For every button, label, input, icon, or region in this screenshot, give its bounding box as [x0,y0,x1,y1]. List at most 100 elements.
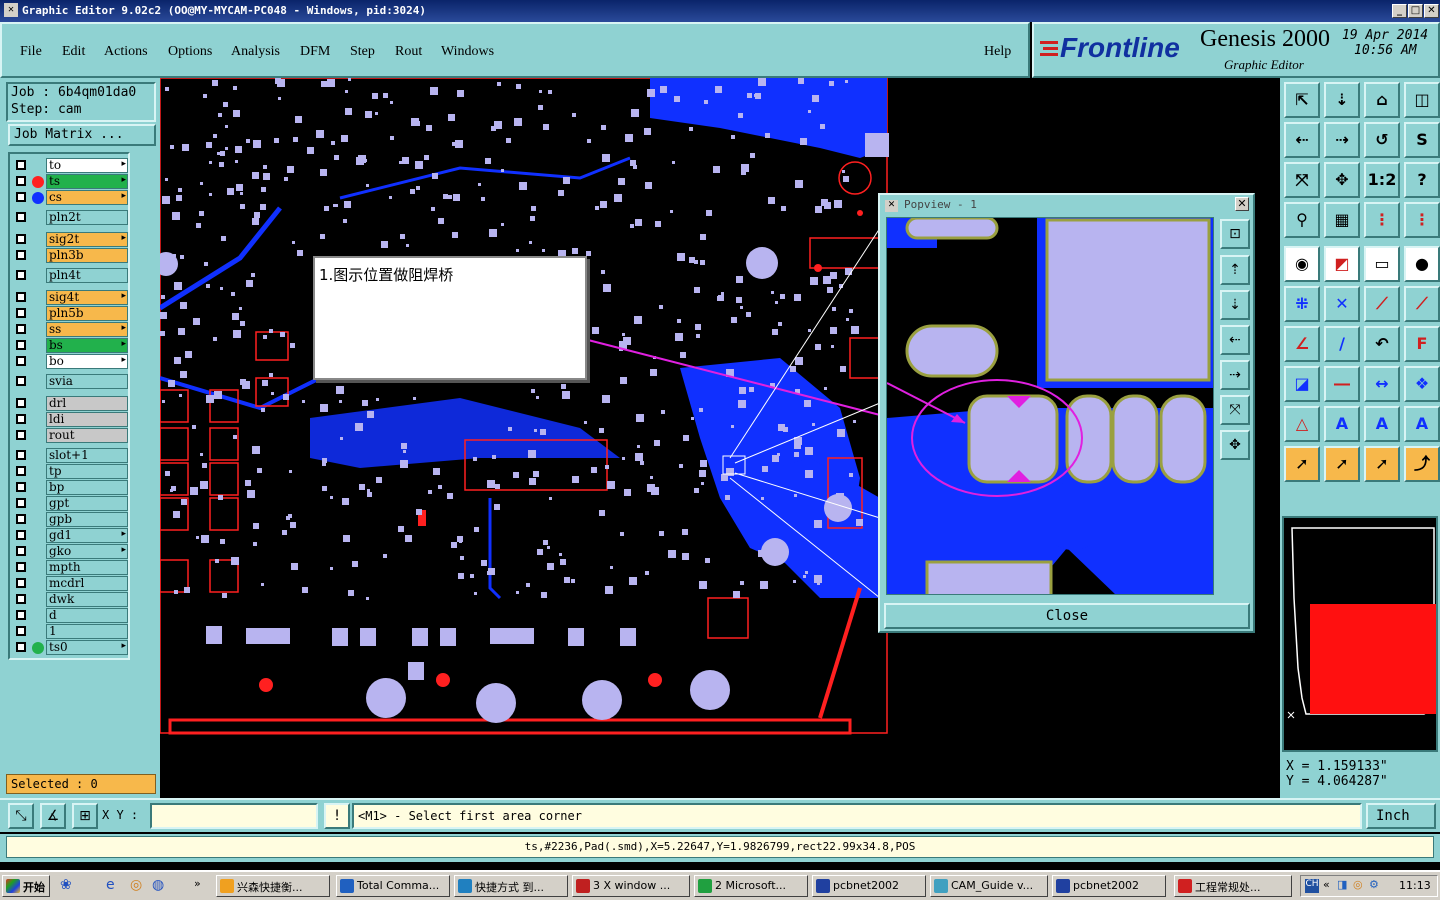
layer-name[interactable]: gpb [46,512,128,527]
zoom-home-icon[interactable]: ⇱ [1284,82,1320,118]
layer-name[interactable]: ts [46,174,128,189]
menu-actions[interactable]: Actions [104,44,148,60]
layer-row[interactable]: gko ▸ [12,544,128,559]
layer-name[interactable]: 1 [46,624,128,639]
pan-down-icon[interactable]: ⇣ [1324,82,1360,118]
copy-pads-icon[interactable]: ❖ [1404,366,1440,402]
popview-pan-right-button[interactable]: ⇢ [1220,360,1250,390]
layer-name[interactable]: bs [46,338,128,353]
layer-name[interactable]: slot+1 [46,448,128,463]
layer-row[interactable]: ss ▸ [12,322,128,337]
layer-checkbox[interactable] [16,234,26,244]
ie-icon[interactable]: e [106,877,124,895]
layer-menu-arrow-icon[interactable]: ▸ [121,339,126,349]
undo-view-icon[interactable]: ↺ [1364,122,1400,158]
menu-windows[interactable]: Windows [441,44,494,60]
grid-snap-icon[interactable]: ⊞ [72,803,98,829]
text-feature-icon[interactable]: F [1404,326,1440,362]
layer-checkbox[interactable] [16,414,26,424]
layer-checkbox[interactable] [16,192,26,202]
layer-name[interactable]: gko [46,544,128,559]
popview-pan-left-button[interactable]: ⇠ [1220,325,1250,355]
angle-snap-icon[interactable]: ∡ [40,803,66,829]
taskbar-task[interactable]: 工程常规处... [1174,875,1292,897]
layer-row[interactable]: bp [12,480,128,495]
layer-row[interactable]: dwk [12,592,128,607]
layer-checkbox[interactable] [16,562,26,572]
layer-row[interactable]: svia [12,374,128,389]
tray-icon-1[interactable]: ◨ [1337,878,1347,891]
slash-icon[interactable]: / [1324,326,1360,362]
diagonal-line-alt-icon[interactable]: ⟋ [1404,286,1440,322]
menu-file[interactable]: File [20,44,42,60]
taskbar-task[interactable]: 快捷方式 到... [454,875,568,897]
layer-name[interactable]: pln3b [46,248,128,263]
pan-right-icon[interactable]: ⇢ [1324,122,1360,158]
layer-checkbox[interactable] [16,514,26,524]
popview-zoom-in-button[interactable]: ⤧ [1220,395,1250,425]
layer-menu-arrow-icon[interactable]: ▸ [121,545,126,555]
layer-row[interactable]: pln3b [12,248,128,263]
layer-name[interactable]: ss [46,322,128,337]
layer-checkbox[interactable] [16,530,26,540]
layer-row[interactable]: gpt [12,496,128,511]
layer-name[interactable]: to [46,158,128,173]
zoom-fit-icon[interactable]: ⤧ [1284,162,1320,198]
layer-row[interactable]: to ▸ [12,158,128,173]
popview-pan-down-button[interactable]: ⇣ [1220,290,1250,320]
layer-name[interactable]: gd1 [46,528,128,543]
tray-icon-2[interactable]: ◎ [1353,878,1363,891]
select-net-icon[interactable]: ⤴ [1404,446,1440,482]
popview-close-button[interactable]: Close [884,603,1250,629]
layer-checkbox[interactable] [16,642,26,652]
taskbar-task[interactable]: 兴森快捷衡... [216,875,330,897]
layer-row[interactable]: gpb [12,512,128,527]
layer-name[interactable]: gpt [46,496,128,511]
zoom-window-icon[interactable]: ⤡ [8,803,34,829]
layer-name[interactable]: pln2t [46,210,128,225]
house-icon[interactable]: ⌂ [1364,82,1400,118]
layer-row[interactable]: slot+1 [12,448,128,463]
diagonal-line-icon[interactable]: ⟋ [1364,286,1400,322]
menu-rout[interactable]: Rout [395,44,422,60]
layer-row[interactable]: sig2t ▸ [12,232,128,247]
move-pad-icon[interactable]: ◪ [1284,366,1320,402]
triangle-icon[interactable]: △ [1284,406,1320,442]
start-button[interactable]: 开始 [2,875,50,897]
measure-icon[interactable]: ⚲ [1284,202,1320,238]
browser-icon[interactable]: ◍ [152,877,170,895]
popview-close-icon[interactable]: ✕ [1235,197,1249,211]
circle-pad-icon[interactable]: ● [1404,246,1440,282]
layer-row[interactable]: bo ▸ [12,354,128,369]
close-window-button[interactable]: ✕ [1424,4,1439,18]
layer-checkbox[interactable] [16,376,26,386]
pan-left-icon[interactable]: ⇠ [1284,122,1320,158]
layer-checkbox[interactable] [16,626,26,636]
pan-all-icon[interactable]: ✥ [1324,162,1360,198]
layer-name[interactable]: cs [46,190,128,205]
layer-checkbox[interactable] [16,482,26,492]
layer-checkbox[interactable] [16,160,26,170]
add-pad-icon[interactable]: ◉ [1284,246,1320,282]
layer-checkbox[interactable] [16,594,26,604]
alert-icon[interactable]: ! [324,803,350,829]
layer-checkbox[interactable] [16,356,26,366]
layer-checkbox[interactable] [16,176,26,186]
layer-name[interactable]: rout [46,428,128,443]
layer-name[interactable]: pln5b [46,306,128,321]
layer-row[interactable]: 1 [12,624,128,639]
layer-name[interactable]: svia [46,374,128,389]
polygon-alt-icon[interactable]: A [1364,406,1400,442]
cross-icon[interactable]: ✕ [1324,286,1360,322]
layer-checkbox[interactable] [16,450,26,460]
split-view-icon[interactable]: ◫ [1404,82,1440,118]
media-icon[interactable]: ◎ [130,877,148,895]
tray-expand-icon[interactable]: « [1323,878,1330,891]
layer-row[interactable]: drl [12,396,128,411]
menu-options[interactable]: Options [168,44,212,60]
scale-1to2-icon[interactable]: 1:2 [1364,162,1400,198]
layer-menu-arrow-icon[interactable]: ▸ [121,291,126,301]
layer-row[interactable]: ldi [12,412,128,427]
layer-menu-arrow-icon[interactable]: ▸ [121,175,126,185]
layer-checkbox[interactable] [16,340,26,350]
